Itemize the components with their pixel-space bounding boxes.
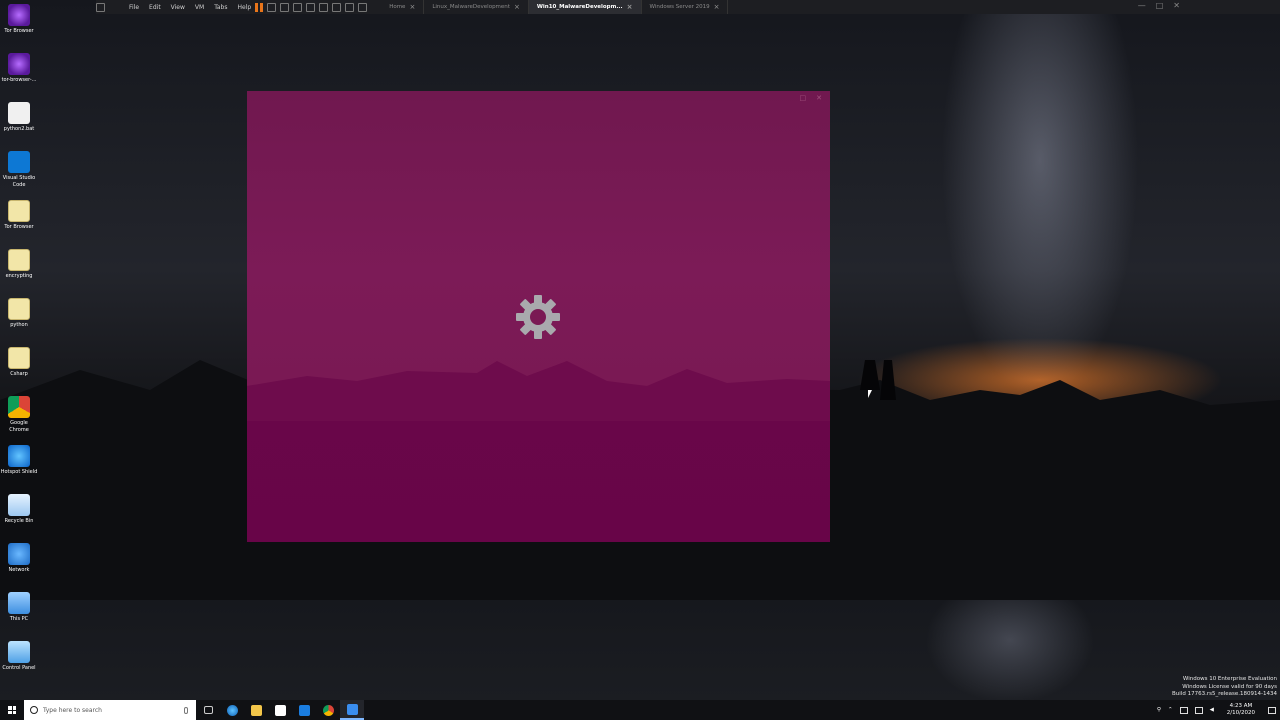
minimize-icon[interactable]: □ [800, 94, 807, 102]
this-pc-icon [8, 592, 30, 614]
wallpaper-lower-band [0, 600, 1280, 700]
show-hidden-icons-icon[interactable]: ⌃ [1168, 707, 1173, 713]
desktop-icon-csharp[interactable]: Csharp [0, 347, 38, 378]
system-tray: ⚲ ⌃ ◀ 4:23 AM 2/10/2020 [1157, 703, 1280, 717]
shield-app-icon[interactable] [340, 700, 364, 720]
close-icon[interactable]: ✕ [816, 94, 822, 102]
tab-win10-malwaredevelopment[interactable]: Win10_MalwareDevelopm... × [528, 0, 642, 14]
stretch-icon[interactable] [358, 2, 368, 12]
window-controls: — □ ✕ [1138, 1, 1180, 10]
control-panel-icon [8, 641, 30, 663]
desktop-icon-python2-bat[interactable]: python2.bat [0, 102, 38, 133]
windows-evaluation-watermark: Windows 10 Enterprise Evaluation Windows… [1172, 676, 1277, 697]
snapshot-icon[interactable] [280, 2, 290, 12]
menu-edit[interactable]: Edit [149, 4, 161, 11]
microphone-icon[interactable] [184, 706, 188, 714]
maximize-icon[interactable]: □ [1156, 1, 1164, 10]
batch-file-icon [8, 102, 30, 124]
desktop-icon-hotspot-shield[interactable]: Hotspot Shield [0, 445, 38, 476]
close-icon[interactable]: × [409, 3, 415, 11]
tab-windows-server-2019[interactable]: Windows Server 2019 × [642, 0, 729, 14]
file-explorer-icon[interactable] [244, 700, 268, 720]
desktop-icon-tor-installer[interactable]: tor-browser-... [0, 53, 38, 84]
snapshot-manager-icon[interactable] [306, 2, 316, 12]
vscode-icon [8, 151, 30, 173]
desktop-icon-recycle-bin[interactable]: Recycle Bin [0, 494, 38, 525]
menu-file[interactable]: File [129, 4, 139, 11]
vm-library-icon[interactable] [96, 2, 105, 12]
desktop-icon-network[interactable]: Network [0, 543, 38, 574]
vm-tab-bar: Home × Linux_MalwareDevelopment × Win10_Ma… [381, 0, 729, 14]
tor-installer-icon [8, 53, 30, 75]
tor-browser-folder-icon [8, 200, 30, 222]
edge-icon[interactable] [220, 700, 244, 720]
vmware-toolbar: File Edit View VM Tabs Help Home × Linux_… [96, 0, 1280, 14]
close-icon[interactable]: × [627, 3, 633, 11]
tab-home[interactable]: Home × [381, 0, 425, 14]
menu-help[interactable]: Help [238, 4, 252, 11]
loading-window-mountains [247, 361, 830, 421]
vmware-menu: File Edit View VM Tabs Help [129, 4, 251, 11]
chrome-icon[interactable] [316, 700, 340, 720]
store-icon[interactable] [268, 700, 292, 720]
taskbar: Type here to search ⚲ ⌃ ◀ 4:23 AM 2/10/2… [0, 700, 1280, 720]
network-tray-icon[interactable] [1179, 706, 1188, 714]
loading-window[interactable]: □ ✕ [247, 91, 830, 542]
start-button[interactable] [0, 700, 24, 720]
close-window-icon[interactable]: ✕ [1173, 1, 1180, 10]
desktop-icon-google-chrome[interactable]: Google Chrome [0, 396, 38, 434]
menu-vm[interactable]: VM [195, 4, 204, 11]
revert-snapshot-icon[interactable] [293, 2, 303, 12]
console-icon[interactable] [345, 2, 355, 12]
taskbar-clock[interactable]: 4:23 AM 2/10/2020 [1227, 703, 1255, 717]
unity-icon[interactable] [332, 2, 342, 12]
menu-tabs[interactable]: Tabs [214, 4, 227, 11]
task-view-icon[interactable] [196, 700, 220, 720]
file-icon [8, 249, 30, 271]
close-icon[interactable]: × [714, 3, 720, 11]
hotspot-shield-icon [8, 445, 30, 467]
mail-icon[interactable] [292, 700, 316, 720]
minimize-icon[interactable]: — [1138, 1, 1146, 10]
gear-icon [516, 295, 560, 339]
desktop-icon-tor-browser-folder[interactable]: Tor Browser [0, 200, 38, 231]
search-placeholder: Type here to search [43, 706, 102, 714]
pause-icon[interactable] [255, 2, 264, 12]
desktop-icon-tor-browser[interactable]: Tor Browser [0, 4, 38, 35]
speaker-icon[interactable]: ◀ [1210, 707, 1214, 713]
desktop-icon-control-panel[interactable]: Control Panel [0, 641, 38, 672]
recycle-bin-icon [8, 494, 30, 516]
desktop-icon-python[interactable]: python [0, 298, 38, 329]
menu-view[interactable]: View [171, 4, 185, 11]
tor-browser-icon [8, 4, 30, 26]
network-icon [8, 543, 30, 565]
windows-logo-icon [8, 706, 16, 714]
desktop-icon-encrypting[interactable]: encrypting [0, 249, 38, 280]
file-icon [8, 298, 30, 320]
close-icon[interactable]: × [514, 3, 520, 11]
action-center-icon[interactable] [1268, 706, 1276, 714]
chrome-icon [8, 396, 30, 418]
people-icon[interactable]: ⚲ [1157, 707, 1161, 713]
tab-linux-malwaredevelopment[interactable]: Linux_MalwareDevelopment × [424, 0, 529, 14]
taskbar-search-box[interactable]: Type here to search [24, 700, 196, 720]
send-ctrl-alt-del-icon[interactable] [267, 2, 277, 12]
mouse-cursor [868, 390, 872, 398]
fullscreen-icon[interactable] [319, 2, 329, 12]
cortana-search-icon [30, 706, 38, 714]
desktop-icon-this-pc[interactable]: This PC [0, 592, 38, 623]
volume-icon[interactable] [1194, 706, 1203, 714]
desktop-icon-vscode[interactable]: Visual Studio Code [0, 151, 38, 189]
file-icon [8, 347, 30, 369]
loading-window-controls: □ ✕ [800, 94, 823, 102]
